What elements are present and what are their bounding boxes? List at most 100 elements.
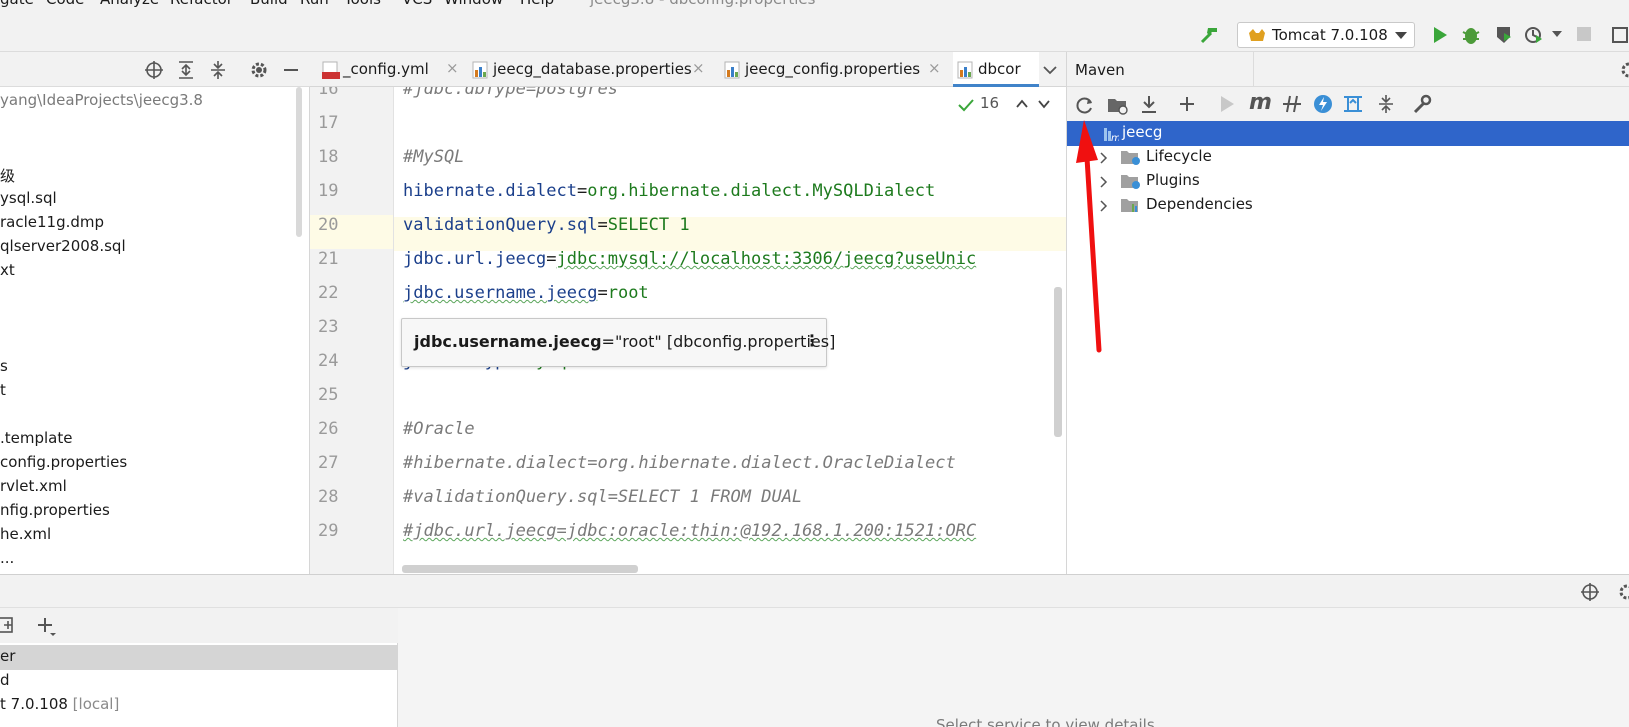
project-tree-item[interactable]: xt	[0, 261, 15, 279]
service-row-tomcat[interactable]: t 7.0.108 [local]	[0, 693, 398, 718]
project-tree-item[interactable]: ysql.sql	[0, 189, 57, 207]
tab-dbconfig-properties[interactable]: dbcor	[953, 52, 1039, 87]
chevron-right-icon[interactable]	[1100, 152, 1108, 164]
code-line[interactable]: validationQuery.sql=SELECT 1	[403, 215, 690, 235]
skip-tests-lightning-icon[interactable]	[1313, 94, 1333, 114]
service-row[interactable]: ...	[0, 717, 398, 727]
menu-vcs[interactable]: VCS	[402, 0, 432, 8]
line-number: 24	[318, 351, 339, 371]
gear-icon[interactable]	[249, 60, 269, 80]
project-tree-item[interactable]: config.properties	[0, 453, 127, 471]
menu-refactor[interactable]: Refactor	[170, 0, 233, 8]
add-plus-icon[interactable]	[1178, 95, 1196, 113]
editor-vertical-scrollbar[interactable]	[1054, 287, 1062, 437]
run-maven-build-icon[interactable]	[1219, 95, 1235, 113]
hide-minus-icon[interactable]	[282, 60, 300, 80]
menu-help[interactable]: Help	[520, 0, 554, 8]
project-tree-item[interactable]: qlserver2008.sql	[0, 237, 126, 255]
show-dependencies-icon[interactable]	[1342, 94, 1364, 114]
editor-gutter: 16 17 18 19 20 21 22 23 24 25 26 27 28 2…	[310, 87, 394, 574]
code-line[interactable]: #MySQL	[403, 147, 464, 167]
project-tree-item[interactable]: s	[0, 357, 8, 375]
build-hammer-icon[interactable]	[1199, 25, 1221, 45]
project-tree-item[interactable]: rvlet.xml	[0, 477, 67, 495]
project-tree-item[interactable]: .template	[0, 429, 72, 447]
collapse-all-icon[interactable]	[208, 60, 228, 80]
menu-run[interactable]: Run	[300, 0, 329, 8]
locate-crosshair-icon[interactable]	[144, 60, 164, 80]
tab-config-yml[interactable]: _config.yml ×	[318, 52, 463, 87]
code-line[interactable]: #Oracle	[403, 419, 475, 439]
tab-label: _config.yml	[343, 60, 429, 78]
editor-horizontal-scrollbar[interactable]	[402, 565, 638, 573]
menu-code[interactable]: Code	[46, 0, 84, 8]
code-line[interactable]: #jdbc.url.jeecg=jdbc:oracle:thin:@192.16…	[403, 521, 976, 541]
menu-bar: gate Code Analyze Refactor Build Run Too…	[0, 0, 1629, 10]
line-number: 22	[318, 283, 339, 303]
tab-jeecg-config-properties[interactable]: jeecg_config.properties ×	[720, 52, 948, 87]
maven-settings-wrench-icon[interactable]	[1412, 94, 1434, 114]
menu-build[interactable]: Build	[250, 0, 288, 8]
execute-goal-m-icon[interactable]: m	[1249, 90, 1272, 115]
code-line[interactable]: #validationQuery.sql=SELECT 1 FROM DUAL	[403, 487, 802, 507]
generate-sources-icon[interactable]	[1107, 95, 1129, 115]
project-structure-icon[interactable]	[1612, 26, 1629, 44]
expand-all-icon[interactable]	[176, 60, 196, 80]
inspection-widget[interactable]: 16	[958, 92, 1058, 118]
profiler-icon[interactable]	[1524, 25, 1544, 45]
add-plus-icon[interactable]	[36, 616, 58, 638]
code-line[interactable]: #hibernate.dialect=org.hibernate.dialect…	[403, 453, 956, 473]
chevron-up-icon[interactable]	[1016, 99, 1028, 108]
reload-maven-icon[interactable]	[1075, 95, 1095, 115]
maven-node-lifecycle[interactable]: Lifecycle	[1067, 145, 1629, 170]
line-number: 26	[318, 419, 339, 439]
code-line[interactable]: hibernate.dialect=org.hibernate.dialect.…	[403, 181, 935, 201]
debug-bug-icon[interactable]	[1461, 24, 1481, 46]
project-root-path[interactable]: yang\IdeaProjects\jeecg3.8	[0, 91, 203, 109]
tab-label: jeecg_config.properties	[745, 60, 921, 78]
gear-icon[interactable]	[1619, 60, 1629, 80]
run-configuration-select[interactable]: Tomcat 7.0.108	[1237, 22, 1415, 48]
collapse-all-icon[interactable]	[1376, 94, 1396, 114]
code-line[interactable]: jdbc.username.jeecg=root	[403, 283, 649, 303]
maven-node-dependencies[interactable]: Dependencies	[1067, 193, 1629, 218]
project-tree-item[interactable]: nfig.properties	[0, 501, 110, 519]
menu-analyze[interactable]: Analyze	[100, 0, 159, 8]
add-service-icon[interactable]	[0, 616, 16, 634]
tab-list-chevron-down-icon[interactable]	[1043, 66, 1057, 75]
chevron-down-icon[interactable]	[1038, 100, 1050, 109]
project-tree-item[interactable]: racle11g.dmp	[0, 213, 104, 231]
menu-window[interactable]: Window	[444, 0, 503, 8]
close-icon[interactable]: ×	[446, 59, 459, 77]
inspection-count: 16	[980, 94, 1000, 112]
close-icon[interactable]: ×	[692, 59, 705, 77]
toggle-offline-icon[interactable]	[1281, 94, 1303, 114]
project-tree-item[interactable]: he.xml	[0, 525, 51, 543]
service-row[interactable]: er	[0, 645, 398, 670]
chevron-right-icon[interactable]	[1100, 200, 1108, 212]
menu-tools[interactable]: Tools	[344, 0, 381, 8]
service-row[interactable]: d	[0, 669, 398, 694]
close-icon[interactable]: ×	[928, 59, 941, 77]
code-line[interactable]: jdbc.url.jeecg=jdbc:mysql://localhost:33…	[403, 249, 976, 269]
project-tree-item[interactable]: t	[0, 381, 6, 399]
line-number: 19	[318, 181, 339, 201]
project-scrollbar[interactable]	[296, 87, 302, 237]
coverage-icon[interactable]	[1494, 25, 1514, 45]
tab-jeecg-database-properties[interactable]: jeecg_database.properties ×	[468, 52, 714, 87]
locate-crosshair-icon[interactable]	[1580, 582, 1600, 602]
more-options-icon[interactable]: ⋮	[804, 331, 820, 350]
chevron-down-icon[interactable]	[1552, 31, 1562, 38]
stop-icon[interactable]	[1576, 26, 1592, 42]
project-tree-item[interactable]: ...	[0, 549, 14, 563]
maven-node-plugins[interactable]: Plugins	[1067, 169, 1629, 194]
code-line[interactable]: #jdbc.dbType=postgres	[403, 87, 618, 99]
maven-project-jeecg[interactable]: m jeecg	[1067, 121, 1629, 146]
project-tree-item[interactable]: 级	[0, 165, 15, 186]
chevron-right-icon[interactable]	[1100, 176, 1108, 188]
download-icon[interactable]	[1139, 94, 1159, 114]
menu-navigate[interactable]: gate	[0, 0, 34, 8]
run-icon[interactable]	[1432, 26, 1448, 44]
services-toolbar	[0, 608, 398, 643]
gear-icon[interactable]	[1617, 582, 1629, 602]
